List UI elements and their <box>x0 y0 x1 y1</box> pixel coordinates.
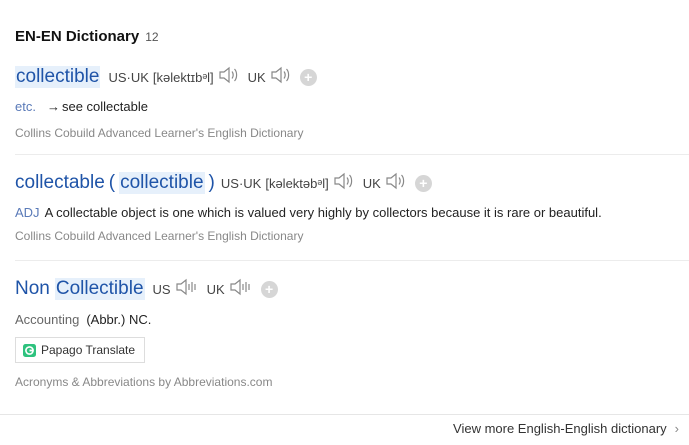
uk-label: UK <box>243 175 262 191</box>
chevron-right-icon: › <box>674 421 679 436</box>
part-of-speech: ADJ <box>15 205 40 220</box>
papago-icon <box>23 343 36 357</box>
add-icon[interactable]: + <box>414 174 432 192</box>
add-icon[interactable]: + <box>260 280 278 298</box>
entry-non-collectible: Non Collectible US UK + Accounting (Abbr… <box>15 276 689 389</box>
entry-word[interactable]: collectable <box>15 172 105 194</box>
us-label: US <box>108 69 127 85</box>
papago-translate-button[interactable]: Papago Translate <box>15 337 146 363</box>
dictionary-source: Acronyms & Abbreviations by Abbreviation… <box>15 375 273 389</box>
definition: (Abbr.) NC. <box>86 312 152 327</box>
entry-collectable: collectable ( collectible ) US · UK [kəl… <box>15 170 689 243</box>
paren-close: ) <box>208 172 215 193</box>
arrow-icon: → <box>46 99 60 114</box>
divider <box>15 260 689 261</box>
dictionary-source: Collins Cobuild Advanced Learner's Engli… <box>15 126 304 140</box>
papago-label: Papago Translate <box>41 343 136 357</box>
speaker-icon[interactable] <box>333 172 355 195</box>
view-more-label: View more English-English dictionary <box>453 421 667 436</box>
speaker-icon[interactable] <box>385 172 407 195</box>
speaker-icon[interactable] <box>218 66 240 89</box>
add-icon[interactable]: + <box>299 68 317 86</box>
divider <box>15 154 689 155</box>
uk-label-2: UK <box>247 69 266 85</box>
entry-word[interactable]: Non <box>15 278 50 300</box>
definition: see collectable <box>61 99 148 114</box>
uk-label-2: UK <box>362 175 381 191</box>
paren-open: ( <box>108 172 116 193</box>
uk-label: UK <box>206 281 225 297</box>
dictionary-header: EN-EN Dictionary 12 <box>15 28 159 45</box>
entry-word[interactable]: collectible <box>15 66 101 88</box>
footer-divider <box>0 414 689 415</box>
entry-word-highlight[interactable]: collectible <box>119 172 205 194</box>
view-more-link[interactable]: View more English-English dictionary › <box>453 421 679 436</box>
definition: A collectable object is one which is val… <box>44 205 602 220</box>
dictionary-title: EN-EN Dictionary <box>15 28 140 45</box>
us-label: US <box>220 175 239 191</box>
dictionary-source: Collins Cobuild Advanced Learner's Engli… <box>15 229 304 243</box>
speaker-icon[interactable] <box>175 278 199 301</box>
us-label: US <box>152 281 171 297</box>
speaker-icon[interactable] <box>229 278 253 301</box>
pronunciation: [kəlektəbᵊl] <box>265 175 329 191</box>
part-of-speech: etc. <box>15 99 36 114</box>
entry-collectible: collectible US · UK [kəlektɪbᵊl] UK + et… <box>15 64 689 140</box>
category: Accounting <box>15 312 80 327</box>
uk-label: UK <box>130 69 149 85</box>
pronunciation: [kəlektɪbᵊl] <box>152 69 214 85</box>
result-count: 12 <box>145 30 159 44</box>
entry-word-highlight[interactable]: Collectible <box>54 278 145 300</box>
speaker-icon[interactable] <box>270 66 292 89</box>
